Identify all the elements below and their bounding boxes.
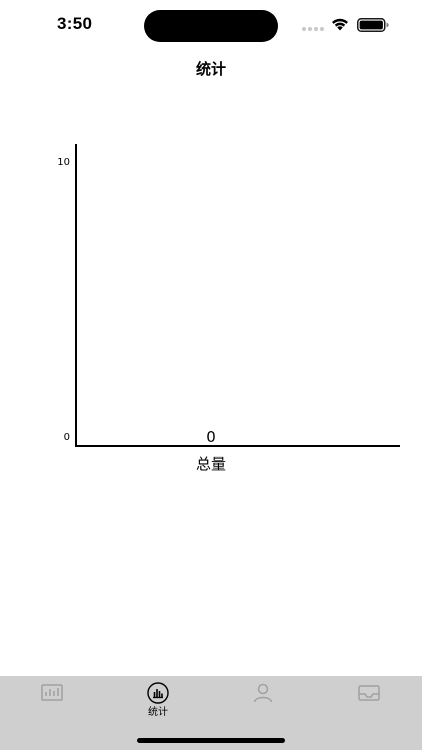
- bar-data-label: 0: [206, 428, 216, 446]
- dashboard-icon: [41, 684, 63, 701]
- y-tick-label: 0: [64, 432, 70, 443]
- tab-statistics[interactable]: 统计: [123, 682, 193, 722]
- app-screen: 3:50 统计 0 10 0 总量 统计: [0, 0, 422, 750]
- x-category-label: 总量: [196, 455, 226, 473]
- tab-dashboard[interactable]: [17, 682, 87, 722]
- tab-users[interactable]: [228, 682, 298, 722]
- tab-inbox[interactable]: [334, 682, 404, 722]
- users-icon: [253, 683, 273, 703]
- inbox-icon: [358, 685, 380, 701]
- chart-icon: [147, 682, 169, 704]
- home-indicator: [137, 738, 285, 743]
- y-tick-label: 10: [57, 157, 70, 168]
- tab-statistics-label: 统计: [148, 707, 168, 718]
- bar-chart: 0 10 0 总量: [57, 144, 400, 473]
